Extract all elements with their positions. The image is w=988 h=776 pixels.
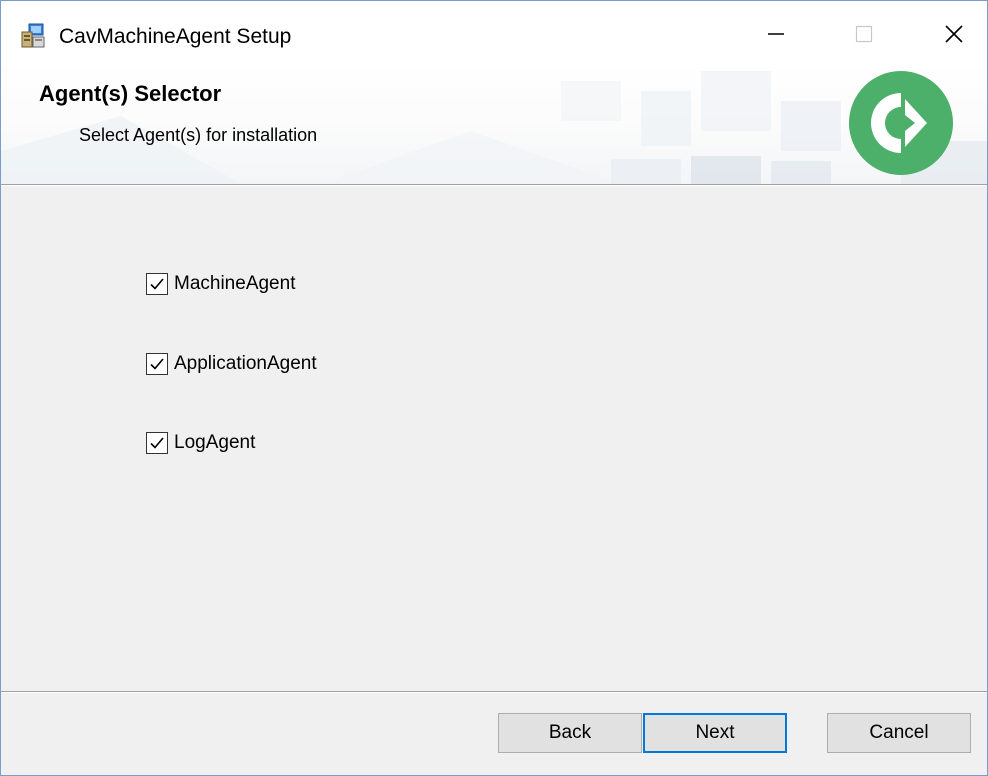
agent-option-logagent[interactable]: LogAgent [146,430,255,456]
machineagent-checkbox[interactable] [146,273,168,295]
minimize-button[interactable] [741,9,811,59]
logagent-checkbox[interactable] [146,432,168,454]
setup-window: CavMachineAgent Setup Agent(s) Selector … [0,0,988,776]
maximize-button[interactable] [829,9,899,59]
applicationagent-checkbox[interactable] [146,353,168,375]
banner-background-graphic [1,71,987,184]
title-bar[interactable]: CavMachineAgent Setup [1,1,987,61]
maximize-icon [855,25,873,43]
back-button[interactable]: Back [498,713,642,753]
app-logo-icon [849,71,953,175]
installer-app-icon [21,23,45,48]
checkmark-icon [150,358,164,370]
close-icon [945,25,963,43]
next-button[interactable]: Next [643,713,787,753]
page-subtitle: Select Agent(s) for installation [79,125,318,145]
header-divider-highlight [1,185,987,186]
agent-option-applicationagent[interactable]: ApplicationAgent [146,351,317,377]
agent-option-machineagent[interactable]: MachineAgent [146,271,295,297]
applicationagent-label[interactable]: ApplicationAgent [174,353,317,375]
checkmark-icon [150,437,164,449]
footer-divider-highlight [1,692,987,693]
close-button[interactable] [919,9,987,59]
header-banner: Agent(s) Selector Select Agent(s) for in… [1,61,987,184]
logagent-label[interactable]: LogAgent [174,432,255,454]
window-title: CavMachineAgent Setup [59,25,292,48]
cancel-button[interactable]: Cancel [827,713,971,753]
checkmark-icon [150,278,164,290]
page-title: Agent(s) Selector [39,81,222,106]
minimize-icon [768,33,784,35]
machineagent-label[interactable]: MachineAgent [174,273,295,295]
